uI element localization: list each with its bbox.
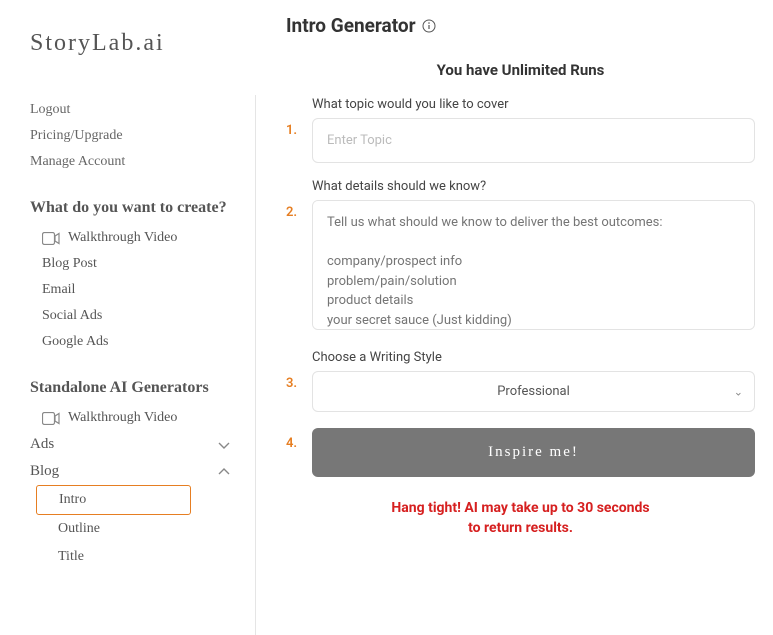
- step-number: 1.: [286, 97, 312, 138]
- create-item-blogpost[interactable]: Blog Post: [30, 251, 256, 277]
- style-label: Choose a Writing Style: [312, 350, 755, 365]
- runs-banner: You have Unlimited Runs: [286, 61, 755, 79]
- group-blog[interactable]: Blog: [30, 458, 256, 485]
- blog-sub-intro[interactable]: Intro: [36, 485, 191, 515]
- create-item-googleads[interactable]: Google Ads: [30, 329, 256, 355]
- chevron-up-icon: [216, 464, 232, 480]
- topic-label: What topic would you like to cover: [312, 97, 755, 112]
- main-content: Intro Generator You have Unlimited Runs …: [256, 0, 773, 631]
- video-icon: [42, 412, 60, 425]
- blog-sub-outline[interactable]: Outline: [30, 515, 256, 543]
- submit-row: 4. Inspire me!: [286, 428, 755, 477]
- video-icon: [42, 232, 60, 245]
- create-item-walkthrough[interactable]: Walkthrough Video: [30, 225, 256, 251]
- wait-line1: Hang tight! AI may take up to 30 seconds: [391, 500, 649, 516]
- create-item-email[interactable]: Email: [30, 277, 256, 303]
- logo: StoryLab.ai: [30, 30, 256, 57]
- create-heading: What do you want to create?: [30, 199, 256, 217]
- wait-line2: to return results.: [468, 520, 573, 536]
- blog-sub-title[interactable]: Title: [30, 543, 256, 571]
- step-number: 4.: [286, 428, 312, 451]
- style-select[interactable]: Professional: [312, 371, 755, 412]
- nav-item-label: Walkthrough Video: [68, 230, 177, 246]
- info-icon[interactable]: [422, 19, 436, 33]
- standalone-heading: Standalone AI Generators: [30, 379, 256, 397]
- sidebar: StoryLab.ai Logout Pricing/Upgrade Manag…: [0, 0, 256, 631]
- field-details: 2. What details should we know?: [286, 179, 755, 334]
- group-ads[interactable]: Ads: [30, 431, 256, 458]
- logout-link[interactable]: Logout: [30, 97, 256, 123]
- page-title: Intro Generator: [286, 14, 416, 37]
- group-label: Ads: [30, 436, 54, 453]
- inspire-button[interactable]: Inspire me!: [312, 428, 755, 477]
- chevron-down-icon: [216, 437, 232, 453]
- wait-message: Hang tight! AI may take up to 30 seconds…: [286, 499, 755, 538]
- pricing-link[interactable]: Pricing/Upgrade: [30, 123, 256, 149]
- page-title-row: Intro Generator: [286, 14, 755, 37]
- details-label: What details should we know?: [312, 179, 755, 194]
- account-links: Logout Pricing/Upgrade Manage Account: [30, 97, 256, 175]
- field-topic: 1. What topic would you like to cover: [286, 97, 755, 163]
- field-style: 3. Choose a Writing Style Professional ⌄: [286, 350, 755, 412]
- manage-account-link[interactable]: Manage Account: [30, 149, 256, 175]
- create-item-socialads[interactable]: Social Ads: [30, 303, 256, 329]
- step-number: 3.: [286, 350, 312, 391]
- standalone-item-walkthrough[interactable]: Walkthrough Video: [30, 405, 256, 431]
- step-number: 2.: [286, 179, 312, 220]
- nav-item-label: Walkthrough Video: [68, 410, 177, 426]
- group-label: Blog: [30, 463, 59, 480]
- details-textarea[interactable]: [312, 200, 755, 330]
- topic-input[interactable]: [312, 118, 755, 163]
